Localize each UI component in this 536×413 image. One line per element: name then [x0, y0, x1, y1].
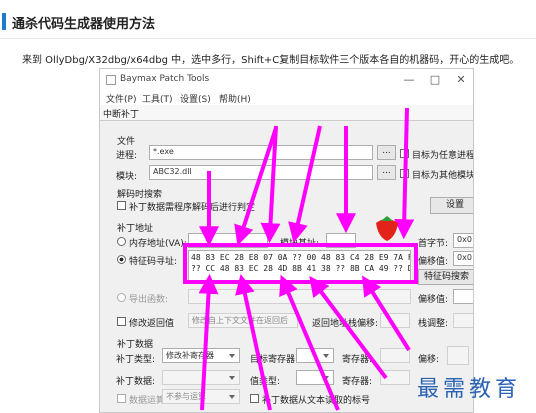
first-byte-input[interactable]: 0x0 — [453, 233, 473, 248]
divider — [0, 38, 536, 39]
window-title: Baymax Patch Tools — [120, 74, 210, 84]
target-any-process-checkbox[interactable] — [400, 149, 409, 158]
operation-select[interactable]: 不参与运算 — [162, 389, 240, 404]
register-input[interactable] — [380, 348, 410, 363]
settings-button[interactable]: 设置 — [430, 197, 473, 214]
patch-type-select[interactable]: 修改补寄存器 — [162, 348, 240, 363]
close-button[interactable]: ✕ — [448, 72, 473, 87]
signature-address-label: 特征码寻址: — [129, 257, 178, 267]
return-hint-input[interactable]: 修改自上下文文件在返回后 — [188, 313, 298, 328]
return-offset-label: 返回地址栈偏移: — [312, 319, 379, 329]
value-type-select[interactable] — [296, 370, 334, 385]
module-label: 模块: — [116, 172, 138, 182]
data-operation-checkbox[interactable] — [117, 394, 126, 403]
tab-strip: 中断补丁 — [100, 105, 473, 121]
memory-address-radio[interactable] — [117, 237, 126, 246]
modify-return-label: 修改返回值 — [129, 319, 175, 329]
value-type-label: 值类型: — [250, 377, 281, 387]
maximize-button[interactable]: □ — [422, 72, 448, 87]
patch-type-label: 补丁类型: — [116, 355, 156, 365]
modify-return-checkbox[interactable] — [117, 317, 126, 326]
watermark: 最需教育 — [417, 377, 522, 402]
article-title: 通杀代码生成器使用方法 — [12, 17, 156, 32]
signature-search-button[interactable]: 特征码搜索 — [418, 269, 473, 285]
first-byte-label: 首字节: — [418, 239, 449, 249]
window-titlebar: Baymax Patch Tools — □ ✕ — [100, 69, 473, 91]
read-from-text-checkbox[interactable] — [250, 394, 259, 403]
module-browse-button[interactable]: ... — [377, 165, 396, 180]
memory-address-input[interactable] — [188, 233, 268, 248]
export-function-radio[interactable] — [117, 293, 126, 302]
article-paragraph: 来到 OllyDbg/X32dbg/x64dbg 中，选中多行，Shift+C复… — [22, 55, 520, 66]
register-label: 寄存器: — [342, 355, 373, 365]
patch-tools-window: Baymax Patch Tools — □ ✕ 文件(P) 工具(T) 设置(… — [99, 68, 474, 413]
menu-settings[interactable]: 设置(S) — [180, 92, 211, 105]
target-other-module-label: 目标为其他模块 — [412, 171, 474, 181]
stack-adjust-label: 栈调整: — [418, 319, 449, 329]
return-offset-input[interactable] — [380, 313, 410, 328]
stack-adjust-input[interactable] — [453, 313, 473, 328]
export-function-label: 导出函数: — [129, 295, 169, 305]
offset2-label: 偏移值: — [418, 295, 449, 305]
process-input[interactable]: *.exe — [149, 145, 373, 160]
read-from-text-label: 补丁数据从文本读取的标号 — [262, 396, 371, 406]
signature-line-2: ?? CC 48 83 EC 28 4D 8B 41 38 ?? 8B CA 4… — [191, 264, 411, 273]
patch-offset-input[interactable] — [447, 346, 469, 365]
app-icon — [106, 75, 116, 85]
menu-help[interactable]: 帮助(H) — [219, 92, 251, 105]
offset2-input[interactable] — [453, 289, 473, 304]
offset-label: 偏移值: — [418, 257, 449, 267]
menu-file[interactable]: 文件(P) — [106, 92, 136, 105]
target-any-process-label: 目标为任意进程 — [412, 151, 474, 161]
memory-address-label: 内存地址(VA): — [129, 239, 187, 249]
patch-data-select[interactable] — [162, 370, 240, 385]
file-group-title: 文件 — [117, 137, 136, 147]
decode-checkbox-label: 补丁数据需程序解码后进行判定 — [129, 203, 256, 213]
register2-input[interactable] — [380, 370, 410, 385]
patch-offset-label: 偏移: — [418, 355, 440, 365]
module-base-input[interactable] — [326, 233, 356, 248]
process-label: 进程: — [116, 151, 138, 161]
menu-tools[interactable]: 工具(T) — [142, 92, 173, 105]
module-input[interactable]: ABC32.dll — [149, 165, 373, 180]
minimize-button[interactable]: — — [396, 72, 422, 87]
target-register-select[interactable] — [296, 348, 334, 363]
signature-textarea[interactable]: 48 83 EC 28 E8 07 0A ?? 00 48 83 C4 28 E… — [188, 250, 411, 282]
offset-input[interactable]: 0x0 — [453, 251, 473, 266]
patch-data-label: 补丁数据: — [116, 377, 156, 387]
signature-line-1: 48 83 EC 28 E8 07 0A ?? 00 48 83 C4 28 E… — [191, 253, 410, 262]
address-group-title: 补丁地址 — [117, 224, 154, 234]
menu-bar: 文件(P) 工具(T) 设置(S) 帮助(H) — [100, 91, 473, 105]
decode-checkbox[interactable] — [117, 201, 126, 210]
patch-data-group-title: 补丁数据 — [117, 340, 154, 350]
tab-interrupt-patch[interactable]: 中断补丁 — [103, 107, 139, 120]
export-function-select[interactable] — [188, 289, 411, 304]
process-browse-button[interactable]: ... — [377, 145, 396, 160]
target-other-module-checkbox[interactable] — [400, 169, 409, 178]
decode-group-title: 解码时搜索 — [117, 190, 163, 200]
title-accent-bar — [2, 13, 6, 30]
register2-label: 寄存器: — [342, 377, 373, 387]
signature-address-radio[interactable] — [117, 255, 126, 264]
target-register-label: 目标寄存器: — [250, 355, 299, 365]
module-base-label: 模块基址: — [280, 239, 320, 249]
data-operation-label: 数据运算 — [129, 396, 166, 406]
